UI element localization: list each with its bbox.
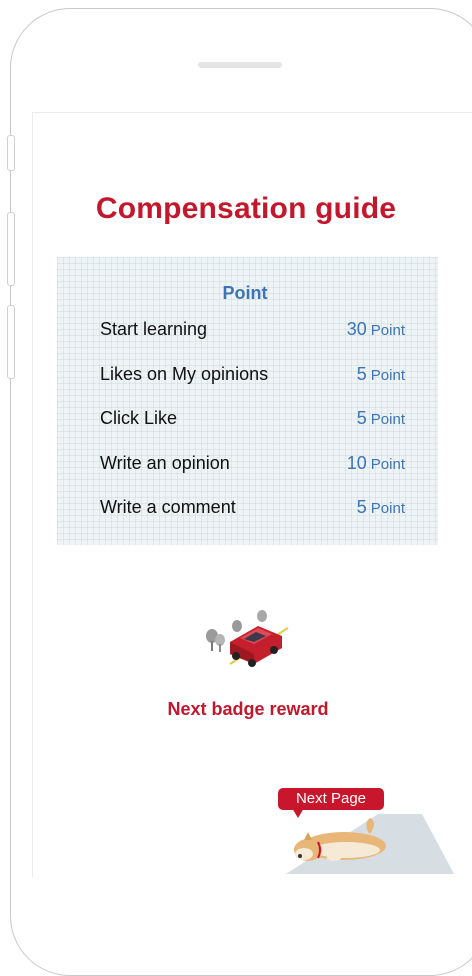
points-row: Start learning 30 Point: [100, 319, 405, 343]
next-badge-reward-label: Next badge reward: [167, 699, 329, 719]
points-row-value: 5 Point: [356, 408, 405, 428]
points-row: Write an opinion 10 Point: [100, 453, 405, 477]
dog-mascot-icon: [286, 814, 454, 874]
points-row-value: 5 Point: [356, 364, 405, 384]
points-row-value: 30 Point: [346, 319, 405, 339]
points-row-value: 10 Point: [346, 453, 405, 473]
points-row-label: Likes on My opinions: [100, 364, 269, 384]
points-row: Click Like 5 Point: [100, 408, 405, 432]
points-table: Point Start learning 30 Point Likes on My…: [57, 257, 438, 545]
points-column-header: Point: [222, 283, 268, 303]
page-title: Compensation guide: [95, 192, 397, 225]
points-row-label: Write an opinion: [100, 453, 230, 473]
phone-speaker: [198, 62, 282, 68]
phone-side-button-top: [7, 135, 15, 171]
next-page-button[interactable]: Next Page: [278, 788, 384, 810]
phone-side-button-volume-down: [7, 305, 15, 379]
points-row: Write a comment 5 Point: [100, 497, 405, 521]
points-row-label: Start learning: [100, 319, 208, 339]
points-row-value: 5 Point: [356, 497, 405, 517]
points-row-label: Click Like: [100, 408, 178, 428]
points-row-label: Write a comment: [100, 497, 236, 517]
points-row: Likes on My opinions 5 Point: [100, 364, 405, 388]
red-car-icon: [206, 610, 289, 667]
